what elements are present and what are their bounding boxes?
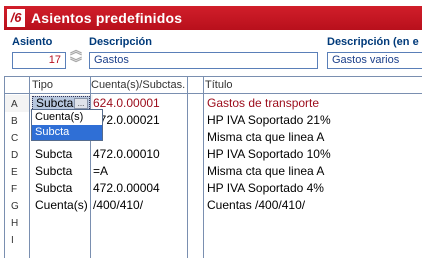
window-title: Asientos predefinidos — [31, 10, 183, 26]
descripcion-input[interactable]: Gastos — [89, 52, 318, 69]
cuenta-cell[interactable]: 624.0.00001 — [93, 96, 160, 111]
descripcion-en-label: Descripción (en e — [327, 36, 419, 48]
row-letter: C — [11, 133, 19, 144]
row-letter: E — [11, 167, 18, 178]
asientos-grid: Tipo Cuenta(s)/Subctas. Título A Subcta … — [4, 76, 422, 258]
titulo-cell[interactable]: Misma cta que linea A — [207, 130, 324, 145]
cuenta-cell[interactable]: 472.0.00004 — [93, 181, 160, 196]
header-panel: Asiento 17 ︽ ︾ Descripción Gastos Descri… — [4, 30, 422, 76]
titulo-cell[interactable]: HP IVA Soportado 4% — [207, 181, 324, 196]
table-row[interactable]: G Cuenta(s) /400/410/ Cuentas /400/410/ — [5, 197, 422, 214]
row-letter: B — [11, 116, 18, 127]
row-letter: I — [11, 235, 14, 246]
row-letter: H — [11, 218, 19, 229]
asiento-spinner[interactable]: ︽ ︾ — [67, 44, 85, 74]
asiento-label: Asiento — [12, 36, 53, 48]
tipo-cell[interactable]: Subcta — [35, 181, 72, 196]
row-letter: A — [11, 99, 18, 110]
cuenta-cell[interactable]: /400/410/ — [93, 198, 143, 213]
titulo-cell[interactable]: Misma cta que linea A — [207, 164, 324, 179]
row-letter: D — [11, 150, 19, 161]
spin-down-icon[interactable]: ︾ — [67, 57, 85, 70]
table-row[interactable]: F Subcta 472.0.00004 HP IVA Soportado 4% — [5, 180, 422, 197]
tipo-dropdown-list[interactable]: Cuenta(s) Subcta — [31, 109, 103, 141]
row-letter: F — [11, 184, 18, 195]
cuenta-cell[interactable]: 472.0.00010 — [93, 147, 160, 162]
table-row[interactable]: D Subcta 472.0.00010 HP IVA Soportado 10… — [5, 146, 422, 163]
asiento-input[interactable]: 17 — [12, 52, 66, 69]
dropdown-button-icon[interactable]: ... — [74, 98, 88, 109]
table-row[interactable]: I — [5, 231, 422, 248]
title-bar: /6 Asientos predefinidos — [4, 6, 422, 30]
descripcion-label: Descripción — [89, 36, 152, 48]
cuenta-cell[interactable]: =A — [93, 164, 108, 179]
column-header-tipo[interactable]: Tipo — [32, 79, 53, 91]
tipo-cell[interactable]: Subcta — [35, 147, 72, 162]
table-row[interactable]: E Subcta =A Misma cta que linea A — [5, 163, 422, 180]
cuenta-cell[interactable]: 472.0.00021 — [93, 113, 160, 128]
tipo-cell[interactable]: Subcta — [35, 164, 72, 179]
asientos-window: /6 Asientos predefinidos Asiento 17 ︽ ︾ … — [4, 6, 422, 258]
table-row[interactable]: H — [5, 214, 422, 231]
dropdown-option-cuentas[interactable]: Cuenta(s) — [32, 110, 102, 125]
dropdown-option-subcta[interactable]: Subcta — [32, 125, 102, 140]
grid-header: Tipo Cuenta(s)/Subctas. Título — [5, 77, 422, 94]
descripcion-en-input[interactable]: Gastos varios — [327, 52, 422, 69]
column-header-cuenta[interactable]: Cuenta(s)/Subctas. — [91, 79, 185, 91]
row-letter: G — [11, 201, 19, 212]
app-logo-icon: /6 — [7, 9, 25, 27]
column-header-titulo[interactable]: Título — [205, 79, 233, 91]
titulo-cell[interactable]: Cuentas /400/410/ — [207, 198, 305, 213]
tipo-cell[interactable]: Cuenta(s) — [35, 198, 88, 213]
titulo-cell[interactable]: HP IVA Soportado 21% — [207, 113, 331, 128]
titulo-cell[interactable]: HP IVA Soportado 10% — [207, 147, 331, 162]
titulo-cell[interactable]: Gastos de transporte — [207, 96, 319, 111]
